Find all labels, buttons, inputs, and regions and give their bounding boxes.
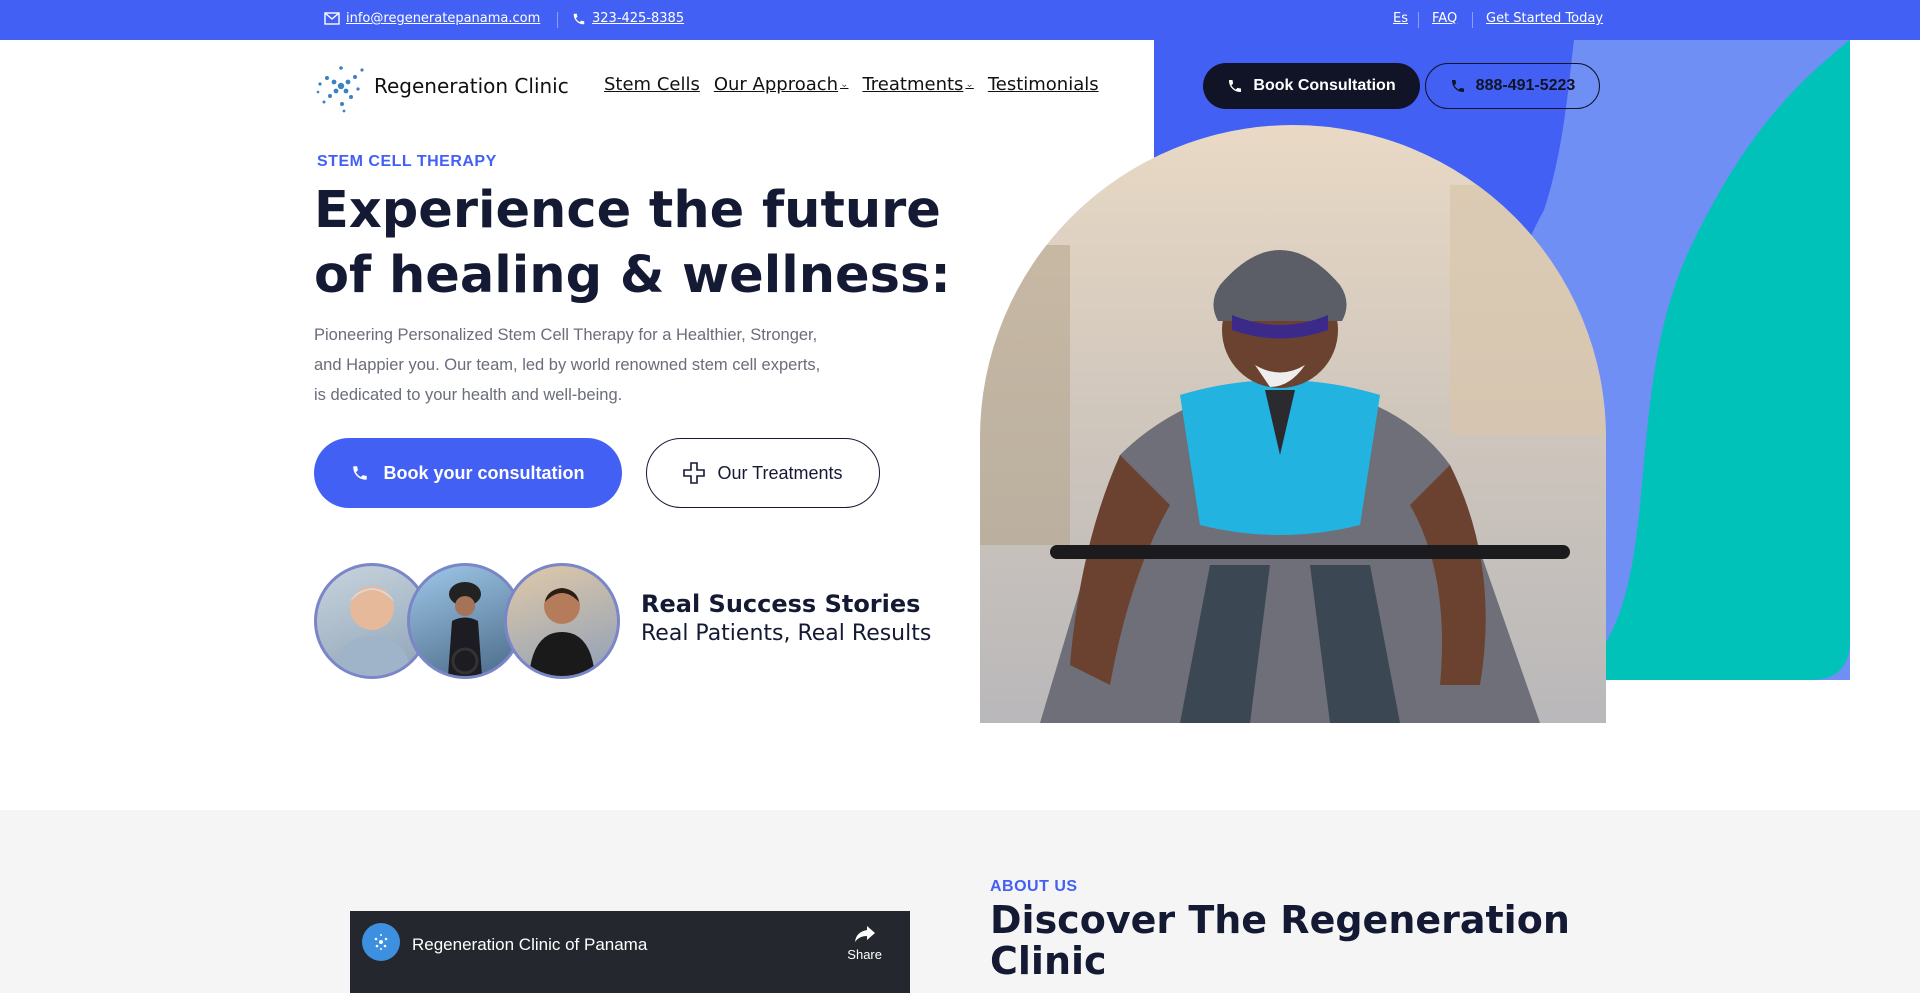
book-your-consultation-button[interactable]: Book your consultation (314, 438, 622, 508)
phone-icon (1229, 80, 1242, 92)
success-stories-subtitle: Real Patients, Real Results (641, 621, 932, 646)
get-started-link[interactable]: Get Started Today (1486, 11, 1603, 26)
about-title: Discover The Regeneration Clinic (990, 898, 1570, 983)
phone-icon (1451, 80, 1464, 92)
success-stories-title: Real Success Stories (641, 590, 921, 618)
phone-icon (353, 466, 368, 480)
divider (1418, 12, 1419, 28)
book-your-consultation-label: Book your consultation (383, 462, 585, 483)
hero-description: Pioneering Personalized Stem Cell Therap… (314, 326, 821, 404)
nav-label: Our Approach (713, 74, 839, 95)
book-consultation-label: Book Consultation (1253, 77, 1396, 94)
language-label: Es (1393, 11, 1408, 26)
hero-eyebrow: STEM CELL THERAPY (317, 153, 497, 170)
nav-item-testimonials[interactable]: Testimonials (988, 74, 1099, 95)
video-player[interactable]: Regeneration Clinic of Panama Share (350, 911, 910, 993)
email-link[interactable]: info@regeneratepanama.com (324, 11, 540, 26)
phone-button-label: 888-491-5223 (1475, 77, 1576, 94)
phone-icon (573, 13, 585, 24)
nav-label: Testimonials (987, 74, 1099, 95)
phone-link[interactable]: 323-425-8385 (572, 11, 684, 26)
mail-icon (324, 12, 340, 25)
nav-item-stem-cells[interactable]: Stem Cells (604, 74, 700, 95)
video-title: Regeneration Clinic of Panama (412, 935, 648, 954)
patient-avatars (314, 563, 620, 679)
logo[interactable]: Regeneration Clinic (314, 58, 569, 114)
faq-link[interactable]: FAQ (1432, 11, 1457, 26)
hero-cyclist-photo (980, 125, 1606, 723)
share-icon (854, 926, 875, 942)
top-bar: info@regeneratepanama.com 323-425-8385 E… (0, 0, 1920, 40)
right-margin (1850, 40, 1920, 740)
hero-title: Experience the future of healing & welln… (314, 181, 951, 305)
divider (557, 12, 558, 28)
faq-label: FAQ (1432, 11, 1458, 26)
about-eyebrow: ABOUT US (990, 878, 1078, 895)
our-treatments-label: Our Treatments (717, 462, 843, 483)
medical-cross-icon (683, 462, 706, 484)
nav-item-our-approach[interactable]: Our Approach ⌄ (714, 74, 849, 95)
nav-label: Stem Cells (604, 74, 700, 95)
avatar (504, 563, 620, 679)
nav-label: Treatments (862, 74, 964, 95)
nav-item-treatments[interactable]: Treatments ⌄ (862, 74, 973, 95)
email-text: info@regeneratepanama.com (346, 11, 541, 26)
book-consultation-button[interactable]: Book Consultation (1203, 63, 1420, 109)
share-button[interactable]: Share (847, 925, 882, 962)
logo-mark-icon (316, 66, 364, 113)
our-treatments-button[interactable]: Our Treatments (646, 438, 880, 508)
share-label: Share (847, 947, 882, 962)
chevron-down-icon: ⌄ (840, 79, 849, 90)
phone-button[interactable]: 888-491-5223 (1425, 63, 1600, 109)
main-nav: Stem Cells Our Approach ⌄ Treatments ⌄ Tes… (604, 74, 1099, 95)
divider (1472, 12, 1473, 28)
channel-logo-icon (362, 923, 400, 961)
about-section (0, 810, 1920, 993)
language-link[interactable]: Es (1393, 11, 1408, 26)
chevron-down-icon: ⌄ (965, 79, 974, 90)
get-started-label: Get Started Today (1486, 11, 1604, 26)
logo-text: Regeneration Clinic (374, 74, 569, 98)
phone-text: 323-425-8385 (592, 11, 685, 26)
